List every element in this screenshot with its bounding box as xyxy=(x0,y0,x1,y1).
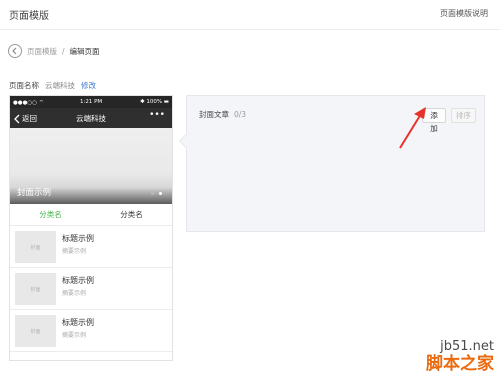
cover-articles-count: 0/3 xyxy=(234,110,247,119)
article-title: 标题示例 xyxy=(62,318,94,327)
list-item[interactable]: 封面 标题示例 摘要示例 xyxy=(10,268,172,310)
breadcrumb-current: 编辑页面 xyxy=(69,46,100,56)
list-item[interactable]: 封面 标题示例 摘要示例 xyxy=(10,310,172,352)
breadcrumb-parent[interactable]: 页面模版 xyxy=(27,46,57,57)
article-summary: 摘要示例 xyxy=(62,332,87,339)
sort-button[interactable]: 排序 xyxy=(451,108,476,123)
watermark-url: jb51.net xyxy=(440,339,494,354)
cover-carousel[interactable]: 封面示例 xyxy=(10,128,172,204)
cover-caption: 封面示例 xyxy=(17,188,52,198)
breadcrumb-separator: / xyxy=(62,46,65,56)
carousel-dots xyxy=(151,192,162,195)
phone-nav-title: 云端科技 xyxy=(76,114,106,123)
template-help-link[interactable]: 页面模版说明 xyxy=(440,8,488,19)
signal-indicator: ●●●○○ ⌔ xyxy=(13,100,44,106)
page-title: 页面模版 xyxy=(9,11,49,22)
article-title: 标题示例 xyxy=(62,234,94,243)
breadcrumb: 页面模版 / 编辑页面 xyxy=(8,43,100,59)
status-time: 1:21 PM xyxy=(80,99,103,105)
article-thumbnail: 封面 xyxy=(15,315,56,347)
article-summary: 摘要示例 xyxy=(62,248,87,255)
cover-articles-label: 封面文章 0/3 xyxy=(199,109,246,120)
list-item[interactable]: 封面 标题示例 摘要示例 xyxy=(10,226,172,268)
article-summary: 摘要示例 xyxy=(62,290,87,297)
carousel-dot-active xyxy=(159,192,162,195)
phone-status-bar: ●●●○○ ⌔ 1:21 PM ✱ 100% ▬ xyxy=(10,96,172,108)
annotation-arrow-icon xyxy=(399,107,426,149)
page-name-edit-link[interactable]: 修改 xyxy=(81,80,96,91)
back-circle-icon[interactable] xyxy=(8,44,22,58)
battery-indicator: ✱ 100% ▬ xyxy=(139,99,169,105)
watermark: jb51.net 脚本之家 xyxy=(426,339,494,375)
more-icon[interactable]: ••• xyxy=(149,110,165,120)
article-thumbnail: 封面 xyxy=(15,231,56,263)
watermark-brand: 脚本之家 xyxy=(426,354,494,374)
page-name-label: 页面名称 xyxy=(9,81,39,90)
top-bar: 页面模版 页面模版说明 xyxy=(0,0,500,30)
phone-nav-bar: 返回 云端科技 ••• xyxy=(10,108,172,128)
tab-category-1[interactable]: 分类名 xyxy=(10,204,91,225)
cover-articles-panel: 封面文章 0/3 添加 排序 xyxy=(178,95,485,232)
category-tabs: 分类名 分类名 xyxy=(10,204,172,226)
page-name-row: 页面名称 云端科技 修改 xyxy=(9,80,96,91)
article-title: 标题示例 xyxy=(62,276,94,285)
phone-preview: ●●●○○ ⌔ 1:21 PM ✱ 100% ▬ 返回 云端科技 ••• 封面示… xyxy=(9,95,173,361)
tab-category-2[interactable]: 分类名 xyxy=(91,204,172,225)
page-name-value: 云端科技 xyxy=(45,81,75,90)
carousel-dot xyxy=(151,192,154,195)
cover-articles-title: 封面文章 xyxy=(199,110,229,119)
panel-pointer xyxy=(178,133,194,149)
article-thumbnail: 封面 xyxy=(15,273,56,305)
